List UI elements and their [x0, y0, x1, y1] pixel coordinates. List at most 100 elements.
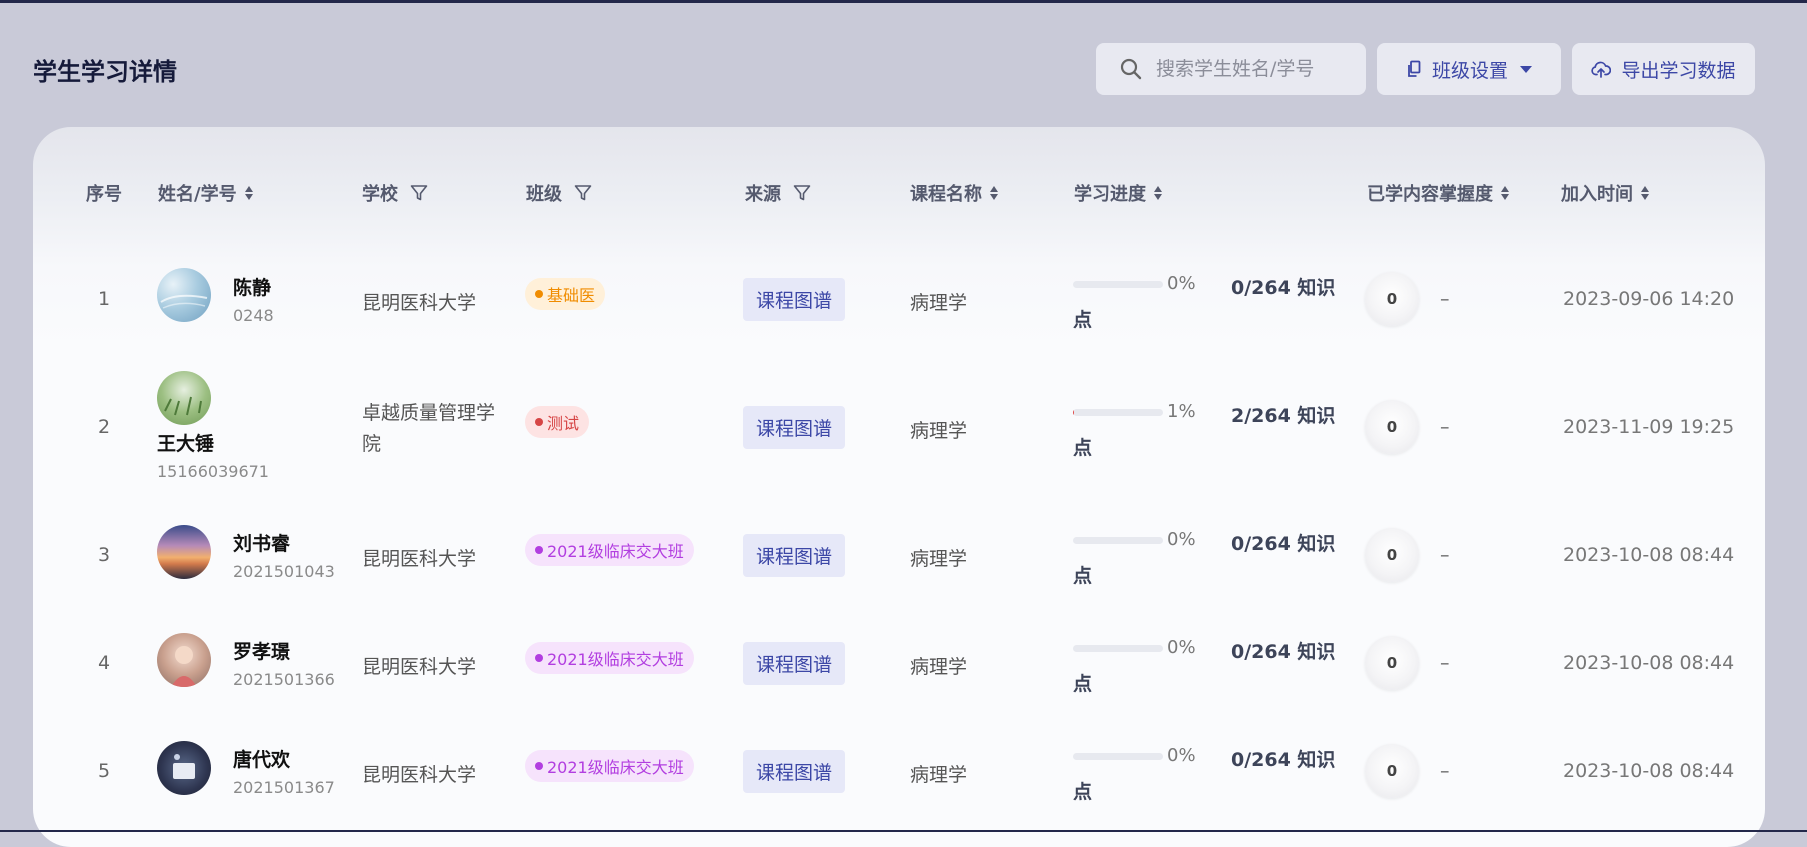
source-link[interactable]: 课程图谱 [743, 534, 845, 577]
knowledge-suffix: 点 [1073, 565, 1093, 587]
avatar [157, 633, 211, 687]
school-name: 昆明医科大学 [362, 656, 477, 678]
row-index: 2 [97, 416, 111, 438]
sort-icon[interactable] [1154, 186, 1162, 200]
mastery-circle: 0 [1365, 528, 1419, 582]
course-name: 病理学 [910, 548, 968, 570]
knowledge-count: 2/264 知识 [1231, 405, 1336, 427]
knowledge-count: 0/264 知识 [1231, 533, 1336, 555]
dot-icon [535, 546, 543, 554]
mastery-text: – [1440, 760, 1450, 782]
sort-icon[interactable] [244, 186, 253, 200]
student-name: 王大锤 [157, 433, 215, 455]
progress-percent: 0% [1167, 529, 1196, 550]
sort-icon[interactable] [1501, 186, 1509, 200]
student-name: 唐代欢 [233, 749, 291, 771]
dot-icon [535, 418, 543, 426]
course-name: 病理学 [910, 420, 968, 442]
search-icon [1120, 58, 1142, 80]
joined-time: 2023-10-08 08:44 [1563, 760, 1735, 782]
student-name: 陈静 [233, 277, 272, 299]
mastery-text: – [1440, 416, 1450, 438]
course-name: 病理学 [910, 656, 968, 678]
joined-time: 2023-10-08 08:44 [1563, 544, 1735, 566]
avatar [157, 525, 211, 579]
student-name: 刘书睿 [233, 533, 291, 555]
source-link[interactable]: 课程图谱 [743, 642, 845, 685]
student-id: 0248 [233, 306, 274, 325]
caret-down-icon [1520, 65, 1532, 73]
student-id: 2021501367 [233, 778, 335, 797]
row-index: 3 [97, 544, 111, 566]
school-name: 昆明医科大学 [362, 292, 477, 314]
header-source[interactable]: 来源 [745, 180, 811, 206]
source-link[interactable]: 课程图谱 [743, 406, 845, 449]
course-name: 病理学 [910, 292, 968, 314]
sort-icon[interactable] [990, 186, 998, 200]
progress-percent: 1% [1167, 401, 1196, 422]
mastery-text: – [1440, 544, 1450, 566]
header-school[interactable]: 学校 [362, 180, 428, 206]
header-joined[interactable]: 加入时间 [1561, 180, 1649, 206]
header-course[interactable]: 课程名称 [910, 180, 998, 206]
header-progress[interactable]: 学习进度 [1074, 180, 1162, 206]
filter-icon[interactable] [410, 184, 428, 202]
filter-icon[interactable] [793, 184, 811, 202]
source-link[interactable]: 课程图谱 [743, 750, 845, 793]
class-tag: 2021级临床交大班 [525, 750, 694, 782]
header-class[interactable]: 班级 [526, 180, 592, 206]
header-name[interactable]: 姓名/学号 [158, 180, 253, 206]
sort-icon[interactable] [1641, 186, 1649, 200]
export-data-button[interactable]: 导出学习数据 [1572, 43, 1755, 95]
joined-time: 2023-09-06 14:20 [1563, 288, 1735, 310]
knowledge-count: 0/264 知识 [1231, 749, 1336, 771]
header-index: 序号 [86, 184, 122, 205]
joined-time: 2023-11-09 19:25 [1563, 416, 1735, 438]
progress-bar [1073, 753, 1163, 760]
mastery-text: – [1440, 652, 1450, 674]
joined-time: 2023-10-08 08:44 [1563, 652, 1735, 674]
class-tag: 2021级临床交大班 [525, 642, 694, 674]
mastery-circle: 0 [1365, 272, 1419, 326]
knowledge-suffix: 点 [1073, 437, 1093, 459]
avatar [157, 268, 211, 322]
avatar [157, 371, 211, 425]
student-id: 2021501043 [233, 562, 335, 581]
school-name: 昆明医科大学 [362, 548, 477, 570]
progress-bar [1073, 409, 1163, 416]
knowledge-suffix: 点 [1073, 781, 1093, 803]
progress-percent: 0% [1167, 637, 1196, 658]
knowledge-suffix: 点 [1073, 673, 1093, 695]
progress-bar [1073, 281, 1163, 288]
mastery-circle: 0 [1365, 744, 1419, 798]
progress-percent: 0% [1167, 745, 1196, 766]
course-name: 病理学 [910, 764, 968, 786]
mastery-circle: 0 [1365, 636, 1419, 690]
class-settings-button[interactable]: 班级设置 [1377, 43, 1561, 95]
copy-icon [1408, 60, 1421, 77]
school-name: 昆明医科大学 [362, 764, 477, 786]
student-id: 2021501366 [233, 670, 335, 689]
header-mastery[interactable]: 已学内容掌握度 [1367, 180, 1509, 206]
top-border [0, 0, 1807, 3]
source-link[interactable]: 课程图谱 [743, 278, 845, 321]
class-tag: 基础医 [525, 278, 606, 310]
mastery-circle: 0 [1365, 400, 1419, 454]
dot-icon [535, 762, 543, 770]
search-input[interactable] [1154, 57, 1358, 81]
class-settings-label: 班级设置 [1431, 59, 1508, 82]
progress-bar [1073, 537, 1163, 544]
dot-icon [535, 290, 543, 298]
row-index: 1 [97, 288, 111, 310]
cloud-upload-icon [1591, 61, 1612, 78]
mastery-text: – [1440, 288, 1450, 310]
filter-icon[interactable] [574, 184, 592, 202]
knowledge-count: 0/264 知识 [1231, 277, 1336, 299]
progress-percent: 0% [1167, 273, 1196, 294]
row-index: 4 [97, 652, 111, 674]
student-id: 15166039671 [157, 462, 269, 481]
search-box[interactable] [1096, 43, 1366, 95]
row-index: 5 [97, 760, 111, 782]
progress-bar [1073, 645, 1163, 652]
student-table-card [33, 127, 1765, 847]
